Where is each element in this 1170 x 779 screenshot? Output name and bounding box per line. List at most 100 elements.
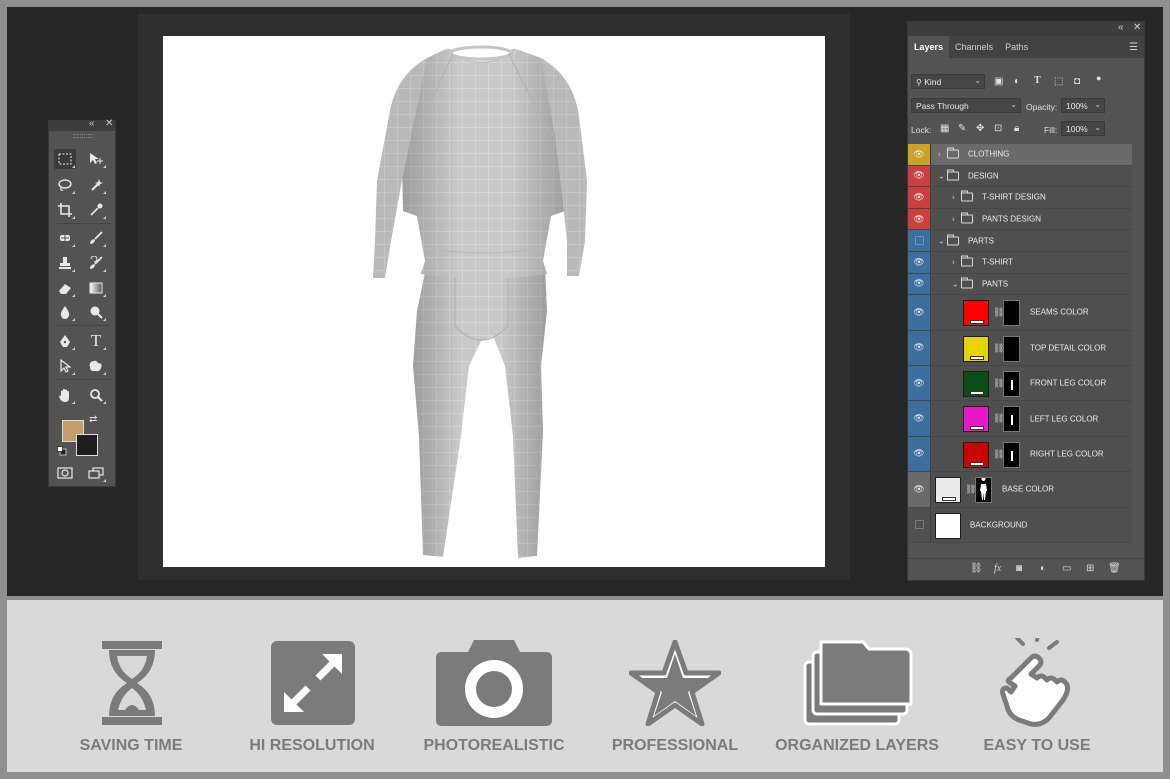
layer-row[interactable]: 👁︎ ⛓︎ SEAMS COLOR	[908, 295, 1132, 331]
layer-row[interactable]: 👁︎ ⌄ PANTS	[908, 273, 1132, 296]
tab-channels[interactable]: Channels	[949, 36, 999, 58]
blend-mode-select[interactable]: Pass Through ⌄	[911, 98, 1021, 113]
shape-filter-icon[interactable]: ⬚	[1054, 76, 1063, 87]
pixel-filter-icon[interactable]: ▣	[994, 76, 1003, 87]
screen-mode-icon[interactable]	[85, 463, 107, 483]
chevron-down-icon[interactable]: ⌄	[938, 236, 945, 245]
visibility-toggle[interactable]: 👁︎	[908, 472, 931, 507]
layer-row[interactable]: 👁︎ ⌄ DESIGN	[908, 165, 1132, 188]
adjustment-filter-icon[interactable]: ◐	[1014, 76, 1020, 87]
layer-row[interactable]: 👁︎ › T-SHIRT	[908, 252, 1132, 274]
panel-menu-icon[interactable]: ☰	[1129, 42, 1138, 53]
visibility-toggle[interactable]	[908, 230, 931, 251]
layers-titlebar[interactable]: « ✕	[908, 22, 1144, 36]
clone-stamp-icon[interactable]	[54, 253, 76, 273]
layer-row[interactable]: 👁︎ ⛓︎ BASE COLOR	[908, 472, 1132, 508]
close-icon[interactable]: ✕	[1133, 22, 1141, 33]
chevron-down-icon[interactable]: ⌄	[952, 279, 959, 288]
layer-thumbnail[interactable]	[963, 406, 989, 433]
brush-icon[interactable]	[85, 228, 107, 248]
filter-toggle-icon[interactable]: ●	[1096, 73, 1101, 83]
layer-thumbnail[interactable]	[963, 300, 989, 327]
chevron-right-icon[interactable]: ›	[952, 258, 955, 267]
lock-artboard-icon[interactable]: ⊡	[994, 123, 1002, 134]
custom-shape-icon[interactable]	[85, 356, 107, 376]
new-layer-icon[interactable]: ⊞	[1086, 563, 1094, 574]
eyedropper-icon[interactable]	[85, 200, 107, 220]
layer-row[interactable]: 👁︎ › CLOTHING	[908, 144, 1132, 166]
collapse-icon[interactable]: «	[89, 118, 95, 129]
visibility-toggle[interactable]: 👁︎	[908, 187, 931, 208]
visibility-toggle[interactable]: 👁︎	[908, 165, 931, 187]
fx-icon[interactable]: fx	[994, 563, 1001, 574]
visibility-toggle[interactable]: 👁︎	[908, 330, 931, 365]
dodge-icon[interactable]	[85, 302, 107, 322]
lock-image-icon[interactable]: ✎	[958, 123, 966, 134]
layer-row[interactable]: ⌄ PARTS	[908, 230, 1132, 252]
type-icon[interactable]: T	[85, 331, 107, 351]
opacity-field[interactable]: 100% ⌄	[1061, 98, 1105, 113]
magic-wand-icon[interactable]	[85, 175, 107, 195]
lasso-icon[interactable]	[54, 175, 76, 195]
layer-row[interactable]: 👁︎ ⛓︎ FRONT LEG COLOR	[908, 366, 1132, 402]
smart-object-filter-icon[interactable]: ◘	[1074, 76, 1080, 87]
layer-row[interactable]: 👁︎ ⛓︎ RIGHT LEG COLOR	[908, 436, 1132, 473]
layer-row[interactable]: 👁︎ › PANTS DESIGN	[908, 208, 1132, 231]
layer-row[interactable]: 👁︎ › T-SHIRT DESIGN	[908, 187, 1132, 209]
layer-thumbnail[interactable]	[963, 441, 989, 468]
lock-transparent-icon[interactable]: ▦	[940, 123, 949, 134]
layer-thumbnail[interactable]	[935, 477, 961, 504]
link-layers-icon[interactable]: ⛓︎	[970, 563, 983, 574]
blur-icon[interactable]	[54, 302, 76, 322]
chevron-right-icon[interactable]: ›	[952, 215, 955, 224]
new-group-icon[interactable]: ▭	[1062, 563, 1071, 574]
layer-thumbnail[interactable]	[963, 335, 989, 362]
background-color-swatch[interactable]	[76, 434, 98, 456]
tab-paths[interactable]: Paths	[999, 36, 1034, 58]
filter-kind-select[interactable]: ⚲ Kind ⌄	[911, 74, 985, 89]
layer-thumbnail[interactable]	[963, 371, 989, 397]
visibility-toggle[interactable]: 👁︎	[908, 401, 931, 436]
chevron-right-icon[interactable]: ›	[938, 150, 941, 159]
layer-mask-thumbnail[interactable]	[1003, 441, 1020, 468]
lock-position-icon[interactable]: ✥	[976, 123, 984, 134]
quick-mask-icon[interactable]	[54, 463, 76, 483]
add-mask-icon[interactable]: ◙	[1016, 563, 1022, 574]
fill-field[interactable]: 100% ⌄	[1061, 121, 1105, 136]
lock-all-icon[interactable]: 🔒︎	[1014, 123, 1019, 134]
visibility-toggle[interactable]: 👁︎	[908, 208, 931, 230]
visibility-toggle[interactable]	[908, 507, 931, 542]
default-colors-icon[interactable]	[57, 443, 67, 456]
layer-mask-thumbnail[interactable]	[975, 477, 992, 504]
visibility-toggle[interactable]: 👁︎	[908, 144, 931, 165]
tools-grip[interactable]	[49, 131, 115, 139]
visibility-toggle[interactable]: 👁︎	[908, 366, 931, 401]
layer-mask-thumbnail[interactable]	[1003, 371, 1020, 397]
visibility-toggle[interactable]: 👁︎	[908, 436, 931, 472]
document-canvas[interactable]	[163, 36, 825, 567]
layer-mask-thumbnail[interactable]	[1003, 406, 1020, 433]
layer-mask-thumbnail[interactable]	[1003, 300, 1020, 327]
pen-icon[interactable]	[54, 331, 76, 351]
hand-icon[interactable]	[54, 385, 76, 405]
layer-row[interactable]: 👁︎ ⛓︎ TOP DETAIL COLOR	[908, 330, 1132, 366]
adjustment-layer-icon[interactable]: ◐	[1040, 563, 1046, 574]
path-selection-icon[interactable]	[54, 356, 76, 376]
zoom-icon[interactable]	[85, 385, 107, 405]
eraser-icon[interactable]	[54, 278, 76, 298]
visibility-toggle[interactable]: 👁︎	[908, 252, 931, 273]
close-icon[interactable]: ✕	[105, 118, 113, 129]
rectangular-marquee-icon[interactable]	[54, 149, 76, 169]
history-brush-icon[interactable]	[85, 253, 107, 273]
swap-colors-icon[interactable]: ⇄	[89, 414, 97, 425]
chevron-right-icon[interactable]: ›	[952, 193, 955, 202]
crop-icon[interactable]	[54, 200, 76, 220]
layer-thumbnail[interactable]	[935, 512, 961, 539]
layer-row[interactable]: 👁︎ ⛓︎ LEFT LEG COLOR	[908, 401, 1132, 437]
chevron-down-icon[interactable]: ⌄	[938, 171, 945, 180]
gradient-icon[interactable]	[85, 278, 107, 298]
visibility-toggle[interactable]: 👁︎	[908, 273, 931, 295]
move-icon[interactable]	[85, 149, 107, 169]
layer-mask-thumbnail[interactable]	[1003, 335, 1020, 362]
layer-row[interactable]: BACKGROUND	[908, 507, 1132, 543]
